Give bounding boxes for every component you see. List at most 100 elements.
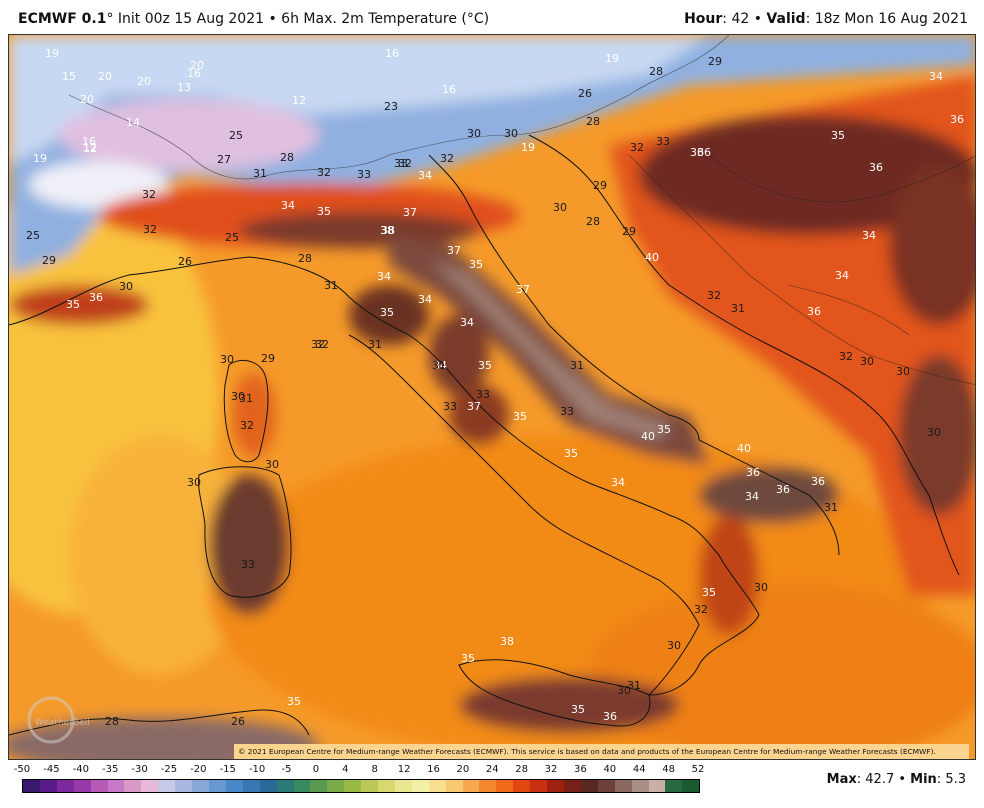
temperature-label: 35 xyxy=(287,695,301,708)
temperature-label: 12 xyxy=(292,94,306,107)
temperature-label: 34 xyxy=(460,316,474,329)
temperature-label: 28 xyxy=(280,151,294,164)
colorbar-segment xyxy=(310,780,328,792)
temperature-label: 34 xyxy=(611,476,625,489)
scale-tick-label: 48 xyxy=(662,764,675,775)
copyright-notice: © 2021 European Centre for Medium-range … xyxy=(234,744,969,759)
model-name: ECMWF 0.1 xyxy=(18,11,107,27)
temperature-label: 33 xyxy=(443,400,457,413)
temperature-label: 30 xyxy=(860,355,874,368)
colorbar-segment xyxy=(394,780,412,792)
temperature-label: 31 xyxy=(731,302,745,315)
temperature-label: 30 xyxy=(265,458,279,471)
init-text: Init 00z 15 Aug 2021 • 6h Max. 2m Temper… xyxy=(113,11,490,27)
colorbar-segment xyxy=(293,780,311,792)
scale-tick-label: 36 xyxy=(574,764,587,775)
colorbar-segment xyxy=(141,780,159,792)
colorbar-segment xyxy=(23,780,40,792)
temperature-label: 30 xyxy=(220,353,234,366)
temperature-label: 32 xyxy=(707,289,721,302)
temperature-label: 36 xyxy=(869,161,883,174)
temperature-label: 33 xyxy=(476,388,490,401)
temperature-label: 33 xyxy=(357,168,371,181)
temperature-label: 37 xyxy=(447,244,461,257)
colorbar-segment xyxy=(428,780,446,792)
valid-value: : 18z Mon 16 Aug 2021 xyxy=(805,11,968,27)
scale-tick-label: 12 xyxy=(397,764,411,775)
temperature-label: 34 xyxy=(929,70,943,83)
scale-tick-label: 16 xyxy=(427,764,440,775)
temperature-label: 34 xyxy=(281,199,295,212)
scale-tick-label: -10 xyxy=(248,764,266,775)
colorbar-segment xyxy=(327,780,345,792)
temperature-label: 36 xyxy=(746,466,760,479)
temperature-label: 35 xyxy=(317,205,331,218)
temperature-label: 30 xyxy=(754,581,768,594)
temperature-label: 32 xyxy=(440,152,454,165)
colorbar-segment xyxy=(682,780,700,792)
temperature-label: 15 xyxy=(62,70,76,83)
temperature-label: 31 xyxy=(824,501,838,514)
temperature-label: 34 xyxy=(745,490,759,503)
max-label: Max xyxy=(826,772,857,787)
colorbar-segment xyxy=(513,780,531,792)
temperature-label: 40 xyxy=(737,442,751,455)
temperature-label: 34 xyxy=(418,293,432,306)
scale-tick-label: 24 xyxy=(485,764,499,775)
temperature-label: 16 xyxy=(442,83,456,96)
temperature-label: 36 xyxy=(950,113,964,126)
temperature-map: WeatherBell 19 15 20 20 20 16 16 16 19 28 29 34 13 20… xyxy=(8,34,976,760)
colorbar-segment xyxy=(665,780,683,792)
temperature-label: 25 xyxy=(229,129,243,142)
colorbar xyxy=(22,779,700,793)
temperature-label: 19 xyxy=(33,152,47,165)
scale-tick-label: 40 xyxy=(603,764,617,775)
temperature-label: 19 xyxy=(605,52,619,65)
temperature-label: 37 xyxy=(516,283,530,296)
temperature-label: 36 xyxy=(89,291,103,304)
map-title: ECMWF 0.1° Init 00z 15 Aug 2021 • 6h Max… xyxy=(18,11,489,27)
colorbar-segment xyxy=(344,780,362,792)
temperature-label: 34 xyxy=(862,229,876,242)
colorbar-segment xyxy=(648,780,666,792)
temperature-label: 30 xyxy=(467,127,481,140)
scale-tick-label: -35 xyxy=(102,764,119,775)
colorbar-segment xyxy=(225,780,243,792)
temperature-label: 36 xyxy=(697,146,711,159)
temperature-label: 26 xyxy=(178,255,192,268)
temperature-label: 28 xyxy=(298,252,312,265)
temperature-label: 30 xyxy=(896,365,910,378)
temperature-label: 35 xyxy=(513,410,527,423)
temperature-label: 20 xyxy=(137,75,151,88)
colorbar-segment xyxy=(259,780,277,792)
temperature-label: 16 xyxy=(385,47,399,60)
temperature-label: 13 xyxy=(177,81,191,94)
temperature-label: 38 xyxy=(381,224,395,237)
valid-label: Valid xyxy=(766,11,806,27)
colorbar-segment xyxy=(445,780,463,792)
temperature-label: 31 xyxy=(570,359,584,372)
temperature-label: 31 xyxy=(627,679,641,692)
temperature-field xyxy=(9,35,975,759)
min-value: : 5.3 xyxy=(936,772,966,787)
colorbar-segment xyxy=(56,780,74,792)
colorbar-segment xyxy=(361,780,379,792)
temperature-label: 29 xyxy=(622,225,636,238)
temperature-label: 37 xyxy=(403,206,417,219)
temperature-label: 23 xyxy=(384,100,398,113)
temperature-label: 28 xyxy=(105,715,119,728)
temperature-label: 26 xyxy=(231,715,245,728)
temperature-label: 30 xyxy=(187,476,201,489)
temperature-label: 33 xyxy=(394,157,408,170)
temperature-label: 29 xyxy=(42,254,56,267)
temperature-label: 30 xyxy=(119,280,133,293)
colorbar-segment xyxy=(276,780,294,792)
scale-tick-label: 8 xyxy=(371,764,378,775)
temperature-label: 19 xyxy=(45,47,59,60)
temperature-label: 32 xyxy=(839,350,853,363)
scale-tick-label: -30 xyxy=(131,764,148,775)
temperature-label: 33 xyxy=(656,135,670,148)
hour-label: Hour xyxy=(684,11,723,27)
temperature-label: 20 xyxy=(80,93,94,106)
temperature-label: 36 xyxy=(776,483,790,496)
